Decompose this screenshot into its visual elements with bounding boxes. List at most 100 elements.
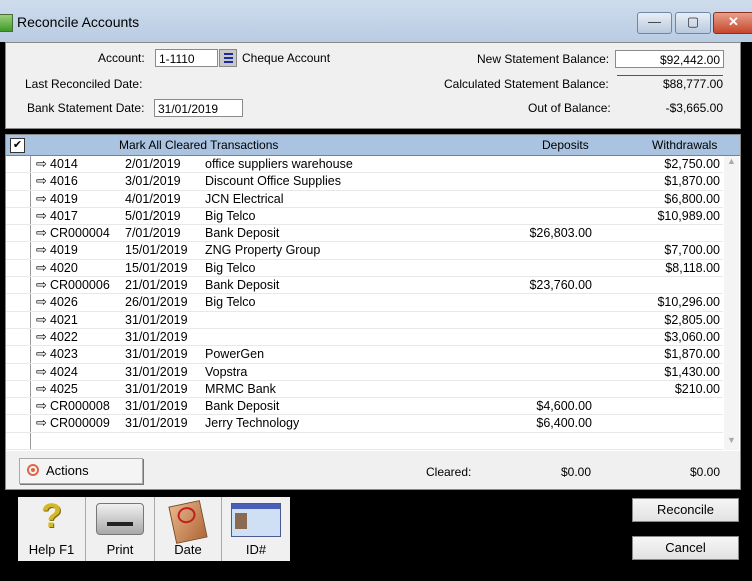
empty-row: [6, 433, 723, 451]
transaction-date: 2/01/2019: [125, 157, 181, 171]
account-input[interactable]: 1-1110: [155, 49, 218, 67]
row-arrow-icon[interactable]: ⇨: [36, 173, 47, 189]
transaction-withdrawal: $6,800.00: [664, 191, 720, 206]
actions-button[interactable]: Actions: [19, 458, 143, 484]
transaction-deposit: $6,400.00: [536, 416, 592, 431]
row-arrow-icon[interactable]: ⇨: [36, 312, 47, 328]
transaction-row[interactable]: ⇨ 4016 3/01/2019 Discount Office Supplies $1…: [6, 173, 723, 191]
maximize-icon: ▢: [686, 14, 700, 29]
date-button[interactable]: Date: [155, 497, 222, 561]
transaction-withdrawal: $1,430.00: [664, 364, 720, 379]
transaction-id: 4014: [50, 157, 78, 171]
close-button[interactable]: ✕: [713, 12, 752, 34]
transaction-rows: ⇨ 4014 2/01/2019 office suppliers warehouse…: [6, 156, 723, 468]
transaction-id: 4016: [50, 174, 78, 189]
transaction-description: office suppliers warehouse: [205, 157, 353, 171]
minimize-icon: —: [648, 14, 661, 29]
list-icon-line: [224, 61, 233, 63]
transaction-id: 4019: [50, 191, 78, 206]
transaction-withdrawal: $7,700.00: [664, 243, 720, 258]
transaction-date: 31/01/2019: [125, 416, 188, 431]
new-statement-balance-input[interactable]: $92,442.00: [615, 50, 724, 68]
transaction-row[interactable]: ⇨ 4026 26/01/2019 Big Telco $10,296.00: [6, 294, 723, 312]
out-of-balance-label: Out of Balance:: [528, 101, 611, 115]
row-arrow-icon[interactable]: ⇨: [36, 191, 47, 207]
row-arrow-icon[interactable]: ⇨: [36, 208, 47, 224]
transaction-row[interactable]: ⇨ 4025 31/01/2019 MRMC Bank $210.00: [6, 381, 723, 399]
transaction-withdrawal: $2,750.00: [664, 157, 720, 171]
id-button[interactable]: ID#: [222, 497, 290, 561]
row-arrow-icon[interactable]: ⇨: [36, 260, 47, 276]
row-arrow-icon[interactable]: ⇨: [36, 364, 47, 380]
maximize-button[interactable]: ▢: [675, 12, 711, 34]
transaction-description: Bank Deposit: [205, 399, 280, 414]
transaction-description: Big Telco: [205, 260, 256, 275]
transaction-date: 15/01/2019: [125, 260, 188, 275]
transaction-description: MRMC Bank: [205, 381, 276, 396]
row-arrow-icon[interactable]: ⇨: [36, 225, 47, 241]
mark-all-checkbox[interactable]: ✔: [10, 138, 25, 153]
title-bar: Reconcile Accounts — ▢ ✕: [0, 0, 752, 42]
transaction-row[interactable]: ⇨ 4024 31/01/2019 Vopstra $1,430.00: [6, 364, 723, 381]
account-label: Account:: [98, 51, 145, 65]
transaction-withdrawal: $1,870.00: [664, 174, 720, 189]
withdrawals-header[interactable]: Withdrawals: [652, 138, 717, 152]
row-arrow-icon[interactable]: ⇨: [36, 329, 47, 345]
transaction-description: Discount Office Supplies: [205, 174, 341, 189]
row-arrow-icon[interactable]: ⇨: [36, 242, 47, 258]
list-icon: [224, 53, 233, 55]
minimize-button[interactable]: —: [637, 12, 672, 34]
row-arrow-icon[interactable]: ⇨: [36, 415, 47, 431]
cancel-button[interactable]: Cancel: [632, 536, 739, 560]
transaction-id: 4026: [50, 295, 78, 310]
toolbar: ? Help F1 Print Date ID#: [18, 497, 290, 561]
transaction-row[interactable]: ⇨ 4017 5/01/2019 Big Telco $10,989.00: [6, 208, 723, 226]
row-arrow-icon[interactable]: ⇨: [36, 277, 47, 293]
transaction-id: CR000008: [50, 399, 110, 414]
transaction-row[interactable]: ⇨ 4023 31/01/2019 PowerGen $1,870.00: [6, 346, 723, 364]
cleared-totals-panel: Actions Cleared: $0.00 $0.00: [5, 451, 741, 490]
help-button[interactable]: ? Help F1: [18, 497, 86, 561]
reconcile-button[interactable]: Reconcile: [632, 498, 739, 522]
print-button[interactable]: Print: [86, 497, 155, 561]
row-arrow-icon[interactable]: ⇨: [36, 346, 47, 362]
scroll-down-icon[interactable]: ▼: [724, 435, 739, 450]
calendar-icon: [168, 500, 208, 544]
transaction-row[interactable]: ⇨ CR000004 7/01/2019 Bank Deposit $26,803.00: [6, 225, 723, 243]
transaction-row[interactable]: ⇨ CR000008 31/01/2019 Bank Deposit $4,600.00: [6, 398, 723, 416]
transaction-date: 7/01/2019: [125, 226, 181, 241]
window-title: Reconcile Accounts: [17, 14, 140, 30]
transaction-row[interactable]: ⇨ 4020 15/01/2019 Big Telco $8,118.00: [6, 260, 723, 278]
transaction-id: 4017: [50, 208, 78, 223]
transaction-row[interactable]: ⇨ 4019 15/01/2019 ZNG Property Group $7,700.…: [6, 242, 723, 260]
transaction-row[interactable]: ⇨ 4021 31/01/2019 $2,805.00: [6, 312, 723, 329]
transaction-row[interactable]: ⇨ 4014 2/01/2019 office suppliers warehouse…: [6, 156, 723, 174]
scroll-up-icon[interactable]: ▲: [724, 156, 739, 171]
transaction-row[interactable]: ⇨ 4022 31/01/2019 $3,060.00: [6, 329, 723, 347]
transaction-withdrawal: $10,989.00: [657, 208, 720, 223]
id-card-icon: [231, 503, 281, 537]
transaction-row[interactable]: ⇨ CR000009 31/01/2019 Jerry Technology $6,40…: [6, 415, 723, 433]
transaction-withdrawal: $3,060.00: [664, 329, 720, 344]
bank-statement-date-input[interactable]: 31/01/2019: [154, 99, 243, 117]
calculated-statement-balance-label: Calculated Statement Balance:: [444, 77, 609, 91]
transaction-date: 26/01/2019: [125, 295, 188, 310]
close-icon: ✕: [728, 14, 739, 29]
row-arrow-icon[interactable]: ⇨: [36, 156, 47, 172]
transaction-row[interactable]: ⇨ 4019 4/01/2019 JCN Electrical $6,800.00: [6, 191, 723, 208]
mark-all-header[interactable]: Mark All Cleared Transactions: [119, 138, 278, 152]
account-lookup-button[interactable]: [219, 49, 237, 67]
row-arrow-icon[interactable]: ⇨: [36, 381, 47, 397]
transaction-id: 4020: [50, 260, 78, 275]
transaction-deposit: $23,760.00: [529, 278, 592, 293]
out-of-balance-value: -$3,665.00: [665, 101, 723, 115]
transaction-row[interactable]: ⇨ CR000006 21/01/2019 Bank Deposit $23,760.0…: [6, 277, 723, 295]
row-arrow-icon[interactable]: ⇨: [36, 294, 47, 310]
vertical-scrollbar[interactable]: ▲ ▼: [724, 156, 739, 450]
transaction-id: CR000004: [50, 226, 110, 241]
transaction-withdrawal: $210.00: [674, 381, 720, 396]
transaction-date: 31/01/2019: [125, 312, 188, 327]
deposits-header[interactable]: Deposits: [542, 138, 589, 152]
transaction-date: 31/01/2019: [125, 347, 188, 362]
row-arrow-icon[interactable]: ⇨: [36, 398, 47, 414]
